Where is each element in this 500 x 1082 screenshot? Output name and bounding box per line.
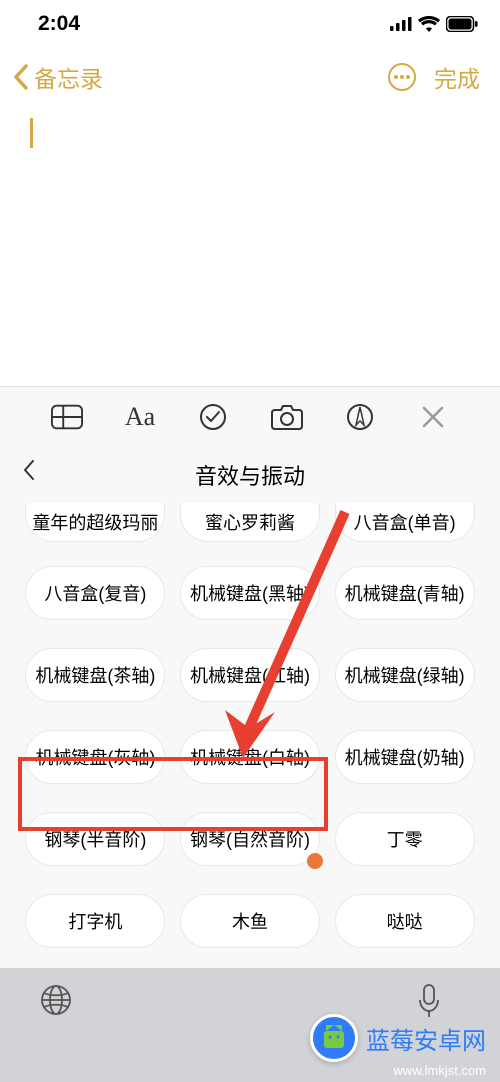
status-indicators: [390, 16, 478, 32]
text-format-button[interactable]: Aa: [124, 401, 156, 433]
sound-options: 童年的超级玛丽 蜜心罗莉酱 八音盒(单音) 八音盒(复音) 机械键盘(黑轴) 机…: [0, 503, 500, 1030]
watermark-url: www.lmkjst.com: [394, 1063, 486, 1078]
signal-icon: [390, 17, 412, 31]
panel-back-button[interactable]: [22, 459, 36, 486]
camera-button[interactable]: [271, 401, 303, 433]
sound-option[interactable]: 机械键盘(绿轴): [335, 648, 475, 702]
formatting-toolbar: Aa: [0, 386, 500, 447]
chevron-left-icon: [22, 459, 36, 481]
more-icon: [394, 75, 410, 79]
status-time: 2:04: [38, 12, 80, 36]
battery-icon: [446, 16, 478, 32]
nav-bar: 备忘录 完成: [0, 44, 500, 106]
check-circle-icon: [199, 403, 227, 431]
watermark-icon: [310, 1014, 358, 1062]
sound-option[interactable]: 童年的超级玛丽: [25, 503, 165, 542]
wifi-icon: [418, 16, 440, 32]
back-label: 备忘录: [34, 60, 103, 94]
globe-icon: [40, 984, 72, 1016]
sound-option[interactable]: 八音盒(复音): [25, 566, 165, 620]
sound-option[interactable]: 钢琴(半音阶): [25, 812, 165, 866]
sound-option[interactable]: 哒哒: [335, 894, 475, 948]
sound-option[interactable]: 机械键盘(灰轴): [25, 730, 165, 784]
mic-icon: [418, 984, 440, 1018]
done-button[interactable]: 完成: [434, 60, 480, 94]
sound-option[interactable]: 丁零: [335, 812, 475, 866]
watermark: 蓝莓安卓网: [310, 1014, 486, 1062]
more-button[interactable]: [388, 63, 416, 91]
markup-button[interactable]: [344, 401, 376, 433]
text-cursor: [30, 118, 33, 148]
back-button[interactable]: 备忘录: [12, 60, 103, 94]
sound-option[interactable]: 机械键盘(黑轴): [180, 566, 320, 620]
sound-option[interactable]: 木鱼: [180, 894, 320, 948]
sound-option[interactable]: 蜜心罗莉酱: [180, 503, 320, 542]
panel-header: 音效与振动: [0, 447, 500, 503]
sound-option-selected[interactable]: 钢琴(自然音阶): [180, 812, 320, 866]
watermark-text: 蓝莓安卓网: [366, 1021, 486, 1056]
camera-icon: [271, 404, 303, 430]
panel-title: 音效与振动: [195, 459, 305, 491]
sound-option[interactable]: 打字机: [25, 894, 165, 948]
status-bar: 2:04: [0, 0, 500, 44]
sound-option[interactable]: 机械键盘(青轴): [335, 566, 475, 620]
checklist-button[interactable]: [197, 401, 229, 433]
table-button[interactable]: [51, 401, 83, 433]
globe-button[interactable]: [40, 984, 72, 1021]
sound-option[interactable]: 机械键盘(茶轴): [25, 648, 165, 702]
close-icon: [422, 406, 444, 428]
sound-option[interactable]: 八音盒(单音): [335, 503, 475, 542]
chevron-left-icon: [12, 64, 30, 90]
sound-option[interactable]: 机械键盘(红轴): [180, 648, 320, 702]
close-button[interactable]: [417, 401, 449, 433]
sound-option[interactable]: 机械键盘(奶轴): [335, 730, 475, 784]
note-body[interactable]: [0, 106, 500, 386]
table-icon: [51, 404, 83, 430]
pen-circle-icon: [346, 403, 374, 431]
sound-option[interactable]: 机械键盘(白轴): [180, 730, 320, 784]
